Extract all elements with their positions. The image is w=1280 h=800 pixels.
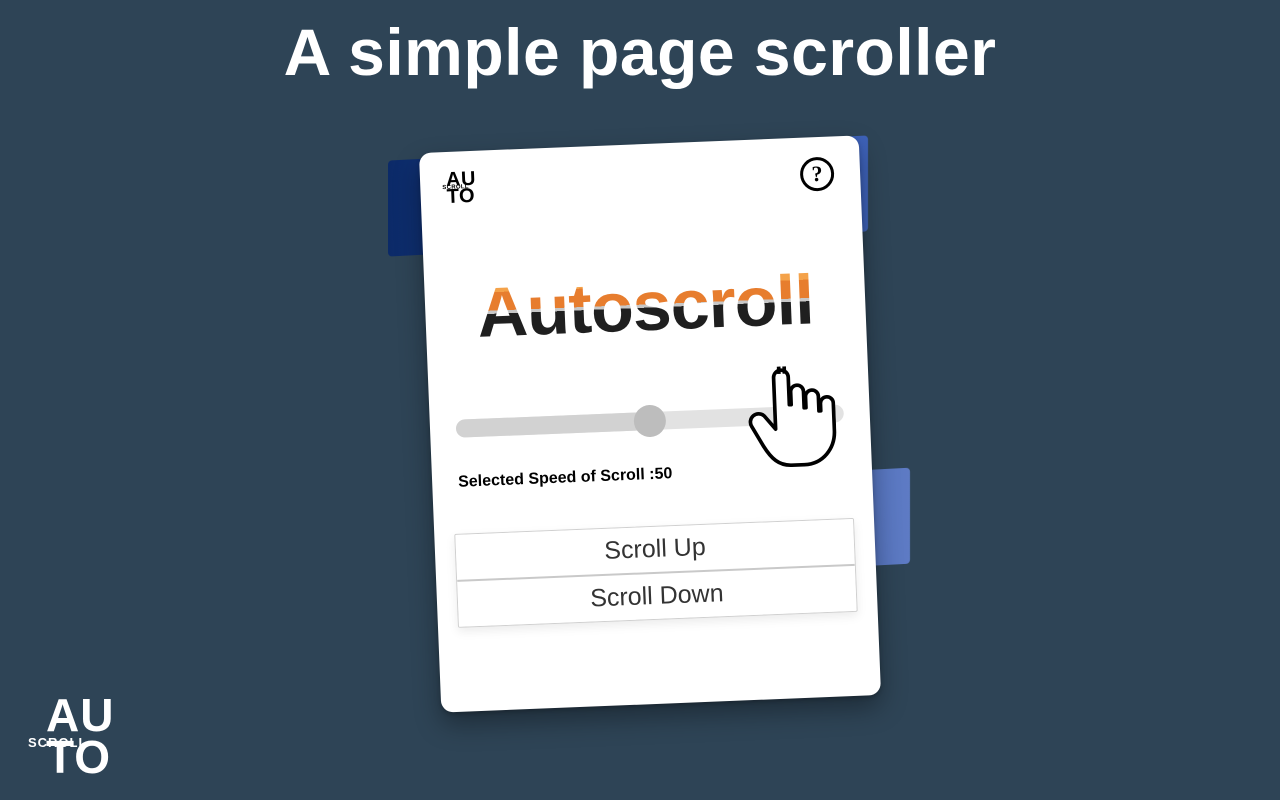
logo-big-mid: SCROLL <box>28 735 87 750</box>
page-headline: A simple page scroller <box>0 14 1280 90</box>
pointer-hand-icon <box>742 363 838 477</box>
speed-slider-fill <box>456 412 651 438</box>
app-logo-large: AU SCROLL TO <box>46 695 114 778</box>
app-title: Autoscroll <box>444 258 847 354</box>
help-symbol: ? <box>811 161 823 187</box>
speed-slider-thumb[interactable] <box>633 404 666 437</box>
speed-slider-wrap <box>450 404 850 438</box>
scroll-buttons: Scroll Up Scroll Down <box>454 518 857 628</box>
speed-label-prefix: Selected Speed of Scroll : <box>458 466 655 491</box>
card-header: AU SCROLL TO ? <box>439 150 840 210</box>
app-logo-small: AU SCROLL TO <box>446 171 477 206</box>
speed-value: 50 <box>654 465 672 483</box>
extension-popup-card: AU SCROLL TO ? Autoscroll Selected Speed… <box>419 135 881 712</box>
logo-mid: SCROLL <box>442 185 469 191</box>
help-icon[interactable]: ? <box>799 156 834 191</box>
